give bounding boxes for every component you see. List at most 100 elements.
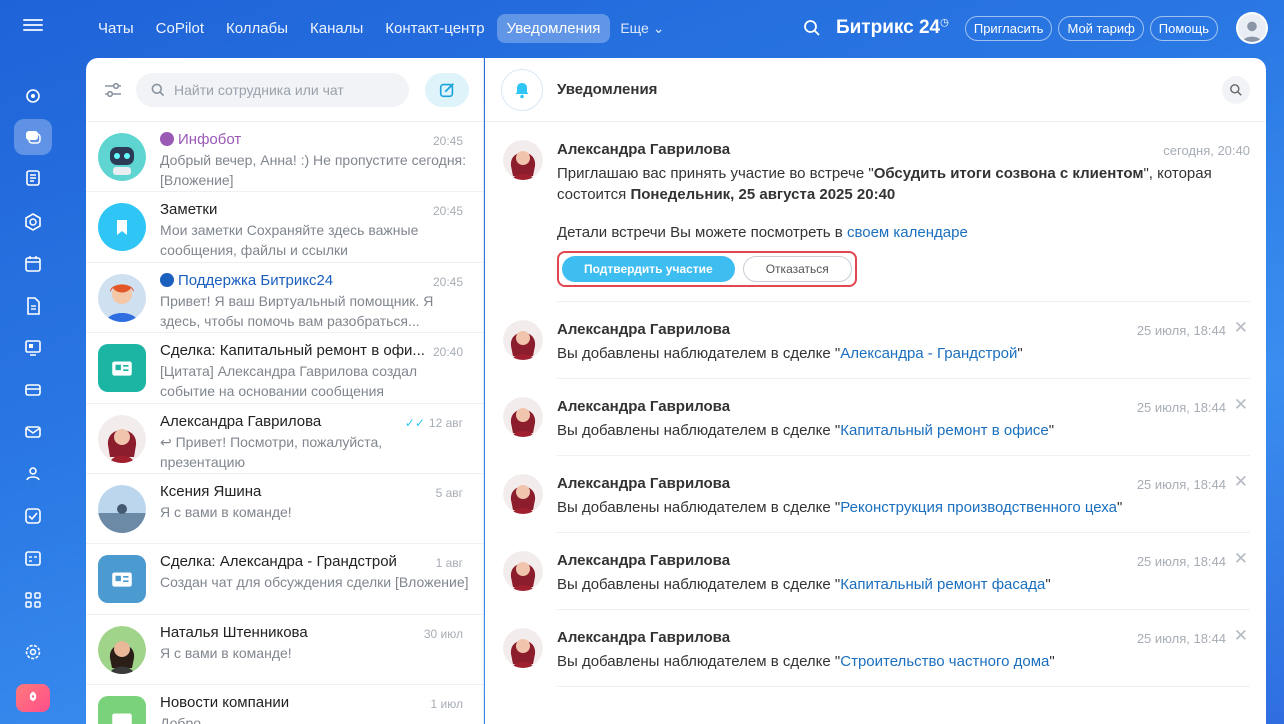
- tab-chats[interactable]: Чаты: [88, 14, 144, 43]
- chat-item[interactable]: Новости компании Добро... 1 июл: [86, 685, 483, 724]
- close-icon[interactable]: ✕: [1234, 626, 1248, 646]
- deal-link[interactable]: Капитальный ремонт фасада: [840, 576, 1045, 593]
- deal-link[interactable]: Строительство частного дома: [840, 653, 1049, 670]
- chat-message: Мои заметки Сохраняйте здесь важные сооб…: [160, 222, 419, 259]
- notification-item: Александра Гаврилова Вы добавлены наблюд…: [485, 379, 1266, 456]
- chat-time: 20:45: [432, 204, 463, 219]
- notification-time: сегодня, 20:40: [1163, 143, 1250, 158]
- tariff-button[interactable]: Мой тариф: [1058, 15, 1144, 41]
- bell-icon: [501, 68, 543, 111]
- tab-copilot[interactable]: CoPilot: [146, 14, 214, 43]
- notification-item: Александра Гаврилова Вы добавлены наблюд…: [485, 302, 1266, 379]
- confirm-participation-button[interactable]: Подтвердить участие: [562, 256, 735, 282]
- tab-notifications[interactable]: Уведомления: [496, 13, 611, 43]
- notification-text: Приглашаю вас принять участие во встрече…: [557, 163, 1250, 205]
- notification-text: Вы добавлены наблюдателем в сделке "Капи…: [557, 574, 1250, 595]
- close-icon[interactable]: ✕: [1234, 472, 1248, 492]
- author-avatar: [503, 320, 543, 360]
- menu-icon[interactable]: [23, 16, 43, 36]
- tasks-icon[interactable]: [14, 160, 52, 196]
- deal-link[interactable]: Реконструкция производственного цеха: [840, 499, 1117, 516]
- calendar-icon[interactable]: [14, 246, 52, 282]
- notification-text: Вы добавлены наблюдателем в сделке "Реко…: [557, 497, 1250, 518]
- notification-time: 25 июля, 18:44: [1136, 400, 1226, 415]
- chat-name: Сделка: Александра - Грандстрой: [160, 553, 397, 571]
- text-prefix: Вы добавлены наблюдателем в сделке ": [557, 576, 841, 593]
- settings-icon[interactable]: [14, 634, 52, 670]
- text-suffix: ": [1048, 422, 1055, 439]
- search-icon[interactable]: [802, 18, 822, 38]
- chat-time: 20:40: [432, 345, 463, 360]
- text-prefix: Приглашаю вас принять участие во встрече…: [557, 165, 874, 182]
- chat-time: 12 авг: [428, 415, 463, 430]
- chat-icon[interactable]: [14, 119, 52, 155]
- rocket-icon[interactable]: [16, 684, 50, 712]
- notification-time: 25 июля, 18:44: [1136, 477, 1226, 492]
- chat-message: Я с вами в команде!: [160, 644, 292, 661]
- text-prefix: Вы добавлены наблюдателем в сделке ": [557, 422, 841, 439]
- search-input[interactable]: [174, 81, 395, 98]
- person-avatar: [98, 625, 146, 674]
- close-icon[interactable]: ✕: [1234, 318, 1248, 338]
- text-suffix: ": [1049, 653, 1055, 670]
- calendar-link[interactable]: своем календаре: [847, 224, 968, 241]
- chat-item[interactable]: Поддержка Битрикс24 Привет! Я ваш Виртуа…: [86, 263, 483, 334]
- author-avatar: [503, 140, 543, 180]
- top-navigation: Чаты CoPilot Коллабы Каналы Контакт-цент…: [88, 12, 672, 44]
- deal-link[interactable]: Александра - Грандстрой: [840, 345, 1017, 362]
- chat-item[interactable]: Наталья Штенникова Я с вами в команде! 3…: [86, 615, 483, 686]
- text-prefix: Вы добавлены наблюдателем в сделке ": [557, 653, 841, 670]
- contacts-icon[interactable]: [14, 456, 52, 492]
- chat-message: Добрый вечер, Анна! :) Не пропустите сег…: [160, 152, 467, 188]
- store-icon[interactable]: [14, 372, 52, 408]
- feed-icon[interactable]: [14, 78, 52, 114]
- author-avatar: [503, 628, 543, 668]
- docs-icon[interactable]: [14, 288, 52, 324]
- notifications-title: Уведомления: [557, 81, 658, 98]
- filter-icon[interactable]: [102, 79, 124, 101]
- chat-item[interactable]: Александра Гаврилова ↩ Привет! Посмотри,…: [86, 404, 483, 474]
- chat-message: Создан чат для обсуждения сделки [Вложен…: [160, 574, 469, 591]
- checkbox-icon[interactable]: [14, 498, 52, 534]
- apps-icon[interactable]: [14, 582, 52, 618]
- details-prefix: Детали встречи Вы можете посмотреть в: [557, 224, 847, 241]
- author-avatar: [503, 551, 543, 591]
- tab-channels[interactable]: Каналы: [300, 14, 373, 43]
- tab-more[interactable]: Еще ⌄: [612, 14, 672, 43]
- notification-item: Александра Гаврилова Приглашаю вас приня…: [485, 122, 1266, 302]
- chat-item[interactable]: Инфобот Добрый вечер, Анна! :) Не пропус…: [86, 122, 483, 193]
- mail-icon[interactable]: [14, 414, 52, 450]
- support-avatar: [98, 273, 146, 322]
- chat-time: 30 июл: [423, 626, 463, 641]
- help-button[interactable]: Помощь: [1149, 15, 1218, 41]
- deal-link[interactable]: Капитальный ремонт в офисе: [840, 422, 1049, 439]
- read-check-icon: ✓✓: [404, 415, 425, 430]
- user-avatar[interactable]: [1236, 12, 1268, 44]
- tab-collabs[interactable]: Коллабы: [216, 14, 298, 43]
- chat-time-wrap: ✓✓ 12 авг: [405, 416, 463, 430]
- sites-icon[interactable]: [14, 330, 52, 366]
- search-notifications-button[interactable]: [1222, 75, 1250, 104]
- person-avatar: [98, 414, 146, 463]
- text-suffix: ": [1017, 345, 1023, 362]
- invite-button[interactable]: Пригласить: [964, 15, 1053, 41]
- tab-contact-center[interactable]: Контакт-центр: [375, 14, 494, 43]
- close-icon[interactable]: ✕: [1234, 395, 1248, 415]
- compose-button[interactable]: [425, 72, 469, 107]
- notifications-header: Уведомления: [485, 58, 1266, 122]
- notification-time: 25 июля, 18:44: [1136, 323, 1226, 338]
- chat-item[interactable]: Сделка: Капитальный ремонт в офи... [Цит…: [86, 333, 483, 404]
- chat-item[interactable]: Заметки Мои заметки Сохраняйте здесь важ…: [86, 192, 483, 263]
- decline-button[interactable]: Отказаться: [742, 256, 852, 282]
- planner-icon[interactable]: [14, 540, 52, 576]
- crm-icon[interactable]: [14, 204, 52, 240]
- close-icon[interactable]: ✕: [1234, 549, 1248, 569]
- chat-time: 1 авг: [435, 556, 463, 571]
- meeting-date: Понедельник, 25 августа 2025 20:40: [630, 186, 896, 203]
- chat-item[interactable]: Сделка: Александра - Грандстрой Создан ч…: [86, 544, 483, 615]
- text-prefix: Вы добавлены наблюдателем в сделке ": [557, 499, 841, 516]
- edit-icon: [439, 82, 454, 97]
- notification-item: Александра Гаврилова Вы добавлены наблюд…: [485, 610, 1266, 687]
- chat-item[interactable]: Ксения Яшина Я с вами в команде! 5 авг: [86, 474, 483, 545]
- search-icon: [1230, 83, 1242, 96]
